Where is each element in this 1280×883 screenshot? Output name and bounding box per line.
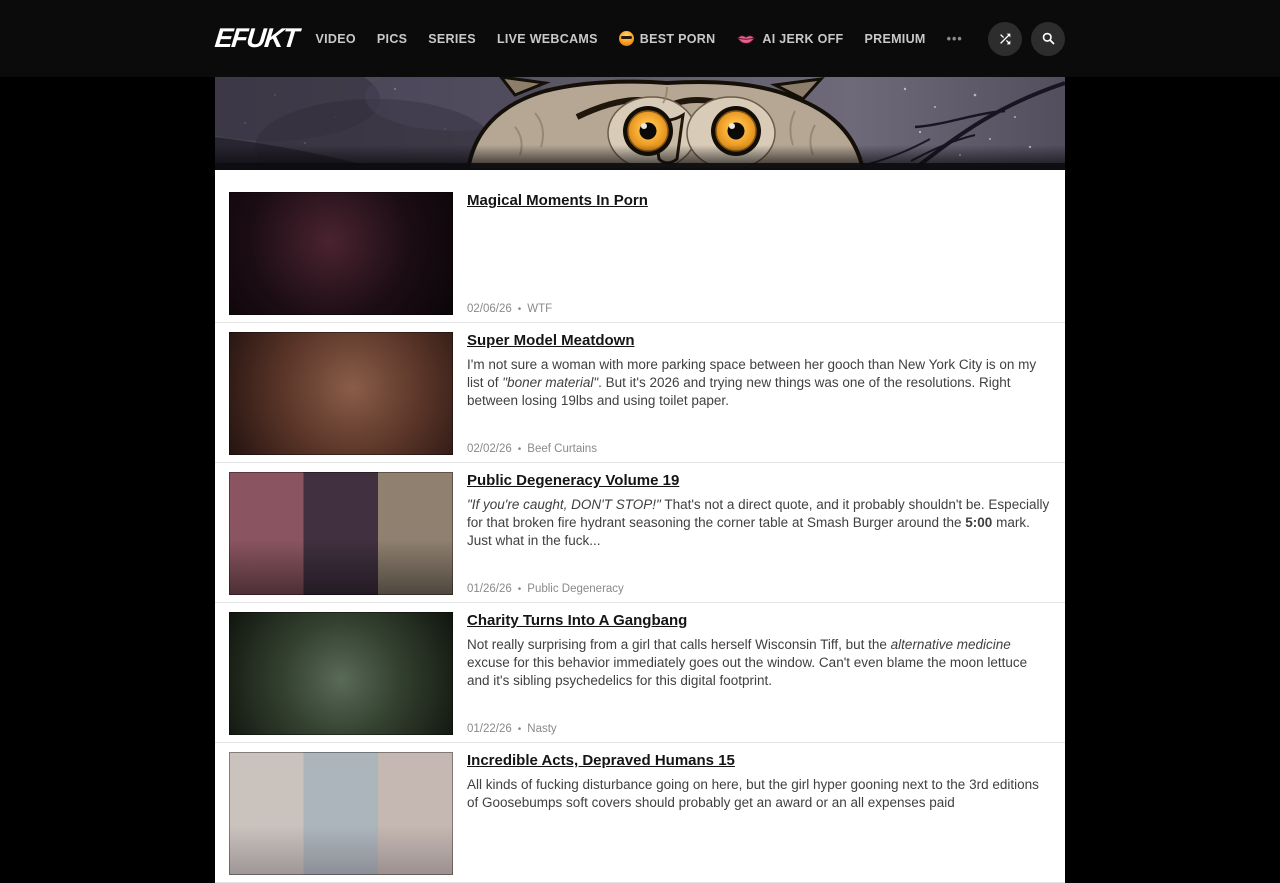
nav-item-series[interactable]: SERIES <box>428 32 476 46</box>
site-logo[interactable]: EFUKT <box>213 23 309 54</box>
meta-separator-dot: • <box>518 304 522 315</box>
meta-separator-dot: • <box>518 584 522 595</box>
entry-meta: 02/02/26 • Beef Curtains <box>467 443 1050 455</box>
entry-body: Charity Turns Into A Gangbang Not really… <box>467 612 1050 735</box>
nav-item-ai-jerk-off[interactable]: AI JERK OFF <box>736 32 843 46</box>
video-entry: Magical Moments In Porn 02/06/26 • WTF <box>215 183 1065 323</box>
nav-item-more[interactable]: ••• <box>947 32 963 46</box>
nav-item-live-webcams[interactable]: LIVE WEBCAMS <box>497 32 598 46</box>
nav-item-video[interactable]: VIDEO <box>316 32 356 46</box>
top-navigation-bar: EFUKT VIDEO PICS SERIES LIVE WEBCAMS BES… <box>0 0 1280 77</box>
video-thumbnail[interactable] <box>229 752 453 875</box>
search-button[interactable] <box>1031 22 1065 56</box>
entry-text-block: Charity Turns Into A Gangbang Not really… <box>467 612 1050 690</box>
nav-item-pics[interactable]: PICS <box>377 32 407 46</box>
entry-date: 01/22/26 <box>467 723 512 735</box>
entry-date: 02/02/26 <box>467 443 512 455</box>
header-actions <box>988 22 1065 56</box>
entry-title-link[interactable]: Public Degeneracy Volume 19 <box>467 472 679 490</box>
entry-description: All kinds of fucking disturbance going o… <box>467 776 1050 812</box>
flame-face-icon <box>619 31 634 46</box>
entry-title-link[interactable]: Super Model Meatdown <box>467 332 635 350</box>
entry-meta: 02/06/26 • WTF <box>467 303 1050 315</box>
entry-category-link[interactable]: Public Degeneracy <box>527 583 624 595</box>
entry-meta: 01/26/26 • Public Degeneracy <box>467 583 1050 595</box>
entry-text-block: Incredible Acts, Depraved Humans 15 All … <box>467 752 1050 812</box>
entry-title-link[interactable]: Incredible Acts, Depraved Humans 15 <box>467 752 735 770</box>
entry-category-link[interactable]: Beef Curtains <box>527 443 597 455</box>
video-thumbnail[interactable] <box>229 192 453 315</box>
entry-description: "If you're caught, DON'T STOP!" That's n… <box>467 496 1050 550</box>
entry-body: Magical Moments In Porn 02/06/26 • WTF <box>467 192 1050 315</box>
owl-banner-art <box>215 77 1065 170</box>
entry-body: Super Model Meatdown I'm not sure a woma… <box>467 332 1050 455</box>
entry-date: 01/26/26 <box>467 583 512 595</box>
owl-night-illustration-banner <box>215 77 1065 170</box>
lips-icon <box>736 33 756 45</box>
nav-item-premium[interactable]: PREMIUM <box>864 32 925 46</box>
entry-date: 02/06/26 <box>467 303 512 315</box>
entry-text-block: Public Degeneracy Volume 19 "If you're c… <box>467 472 1050 550</box>
entry-meta: 01/22/26 • Nasty <box>467 723 1050 735</box>
video-thumbnail[interactable] <box>229 612 453 735</box>
entry-text-block: Magical Moments In Porn <box>467 192 1050 216</box>
video-thumbnail[interactable] <box>229 472 453 595</box>
random-video-button[interactable] <box>988 22 1022 56</box>
video-entry: Charity Turns Into A Gangbang Not really… <box>215 603 1065 743</box>
meta-separator-dot: • <box>518 444 522 455</box>
search-icon <box>1041 31 1056 46</box>
entry-body: Incredible Acts, Depraved Humans 15 All … <box>467 752 1050 875</box>
entry-text-block: Super Model Meatdown I'm not sure a woma… <box>467 332 1050 410</box>
entry-title-link[interactable]: Charity Turns Into A Gangbang <box>467 612 687 630</box>
video-entry: Public Degeneracy Volume 19 "If you're c… <box>215 463 1065 603</box>
shuffle-icon <box>997 31 1013 47</box>
meta-separator-dot: • <box>518 724 522 735</box>
entry-description: Not really surprising from a girl that c… <box>467 636 1050 690</box>
video-thumbnail[interactable] <box>229 332 453 455</box>
video-entries-list: Magical Moments In Porn 02/06/26 • WTF S… <box>215 170 1065 883</box>
entry-category-link[interactable]: WTF <box>527 303 552 315</box>
video-entry: Incredible Acts, Depraved Humans 15 All … <box>215 743 1065 883</box>
entry-description: I'm not sure a woman with more parking s… <box>467 356 1050 410</box>
video-entry: Super Model Meatdown I'm not sure a woma… <box>215 323 1065 463</box>
entry-body: Public Degeneracy Volume 19 "If you're c… <box>467 472 1050 595</box>
entry-title-link[interactable]: Magical Moments In Porn <box>467 192 648 210</box>
nav-item-best-porn[interactable]: BEST PORN <box>619 31 716 46</box>
primary-nav: VIDEO PICS SERIES LIVE WEBCAMS BEST PORN… <box>316 31 963 46</box>
entry-category-link[interactable]: Nasty <box>527 723 556 735</box>
